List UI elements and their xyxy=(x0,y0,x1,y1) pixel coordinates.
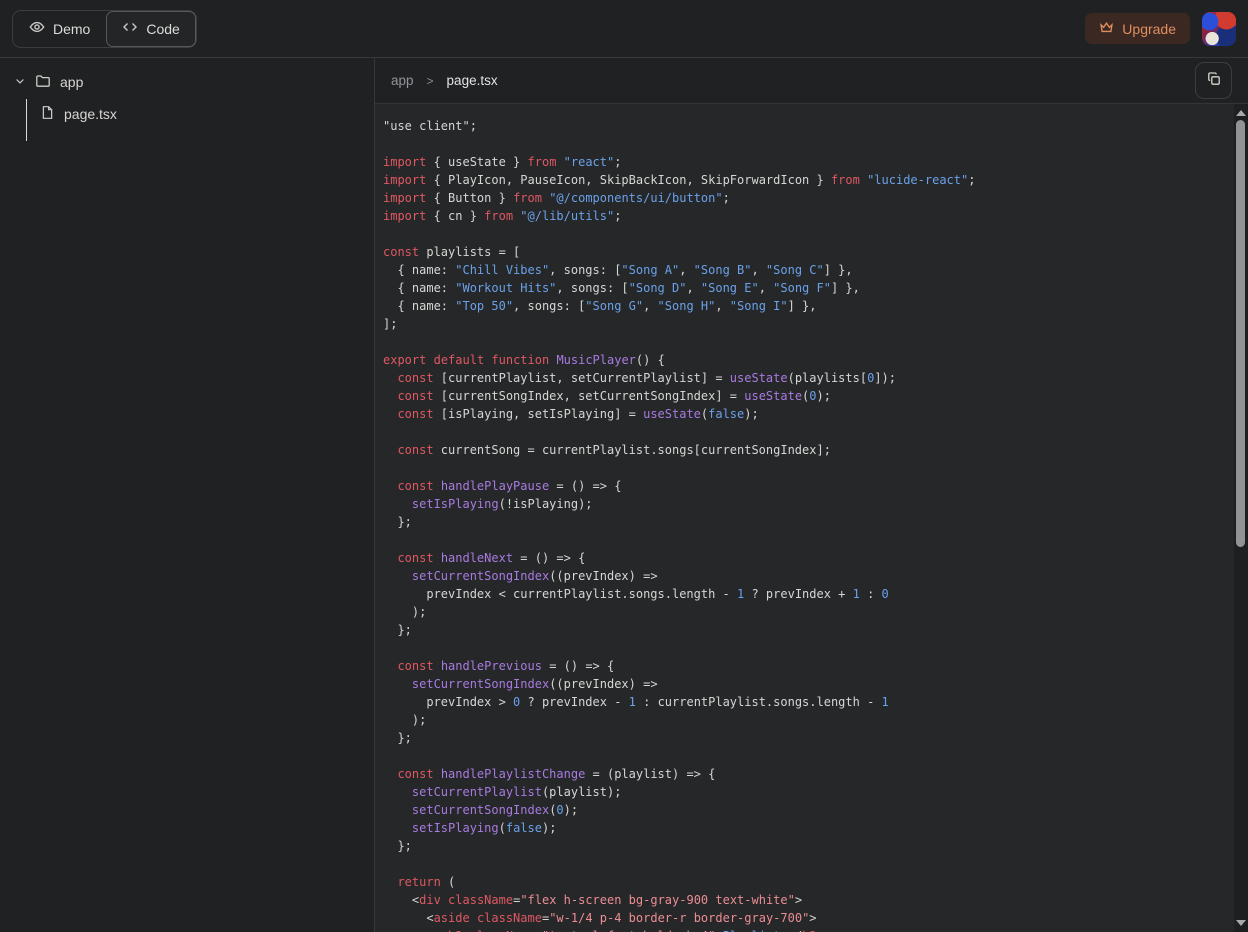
code-line xyxy=(383,333,1234,351)
code-line: ); xyxy=(383,603,1234,621)
upgrade-button-label: Upgrade xyxy=(1122,21,1176,37)
code-line: prevIndex > 0 ? prevIndex - 1 : currentP… xyxy=(383,693,1234,711)
breadcrumb-segment-file: page.tsx xyxy=(447,73,498,88)
scroll-down-arrow xyxy=(1236,920,1246,926)
tree-item-app[interactable]: app xyxy=(0,69,374,95)
file-tree: app page.tsx xyxy=(0,58,375,932)
code-line: setCurrentSongIndex(0); xyxy=(383,801,1234,819)
code-line: { name: "Workout Hits", songs: ["Song D"… xyxy=(383,279,1234,297)
code-line xyxy=(383,423,1234,441)
upgrade-button[interactable]: Upgrade xyxy=(1085,13,1190,44)
code-line: }; xyxy=(383,837,1234,855)
code-editor: "use client"; import { useState } from "… xyxy=(375,104,1248,932)
view-toggle: Demo Code xyxy=(12,10,197,48)
code-line xyxy=(383,531,1234,549)
code-line: { name: "Top 50", songs: ["Song G", "Son… xyxy=(383,297,1234,315)
code-line: setCurrentSongIndex((prevIndex) => xyxy=(383,567,1234,585)
code-line: import { useState } from "react"; xyxy=(383,153,1234,171)
code-line: setIsPlaying(!isPlaying); xyxy=(383,495,1234,513)
main-panel: app > page.tsx "use client"; import { us… xyxy=(375,58,1248,932)
code-line xyxy=(383,225,1234,243)
code-line: setCurrentPlaylist(playlist); xyxy=(383,783,1234,801)
code-line xyxy=(383,459,1234,477)
scrollbar-thumb[interactable] xyxy=(1236,120,1245,547)
tree-item-label: app xyxy=(60,74,83,90)
code-line: { name: "Chill Vibes", songs: ["Song A",… xyxy=(383,261,1234,279)
tree-item-page-tsx[interactable]: page.tsx xyxy=(0,101,374,127)
code-line: const handleNext = () => { xyxy=(383,549,1234,567)
code-line: const playlists = [ xyxy=(383,243,1234,261)
code-line: export default function MusicPlayer() { xyxy=(383,351,1234,369)
folder-icon xyxy=(35,73,51,92)
code-line: import { Button } from "@/components/ui/… xyxy=(383,189,1234,207)
code-line: }; xyxy=(383,729,1234,747)
code-button[interactable]: Code xyxy=(106,11,195,47)
code-brackets-icon xyxy=(122,19,138,38)
code-line: }; xyxy=(383,513,1234,531)
topbar-right: Upgrade xyxy=(1085,12,1236,46)
demo-button[interactable]: Demo xyxy=(13,11,106,47)
code-line: return ( xyxy=(383,873,1234,891)
code-line: import { cn } from "@/lib/utils"; xyxy=(383,207,1234,225)
eye-icon xyxy=(29,19,45,38)
breadcrumb-segment-app: app xyxy=(391,73,414,88)
tree-children: page.tsx xyxy=(0,101,374,127)
topbar: Demo Code Upgrade xyxy=(0,0,1248,58)
code-line: const [currentPlaylist, setCurrentPlayli… xyxy=(383,369,1234,387)
code-line: ); xyxy=(383,711,1234,729)
chevron-down-icon xyxy=(14,74,26,90)
breadcrumb-separator: > xyxy=(427,74,434,88)
tree-guide-line xyxy=(26,99,27,141)
code-line: const currentSong = currentPlaylist.song… xyxy=(383,441,1234,459)
code-line: setCurrentSongIndex((prevIndex) => xyxy=(383,675,1234,693)
code-line: }; xyxy=(383,621,1234,639)
code-line xyxy=(383,855,1234,873)
tree-item-label: page.tsx xyxy=(64,106,117,122)
code-line: const [isPlaying, setIsPlaying] = useSta… xyxy=(383,405,1234,423)
code-line: <h2 className="text-xl font-bold mb-4">P… xyxy=(383,927,1234,932)
code-line: const [currentSongIndex, setCurrentSongI… xyxy=(383,387,1234,405)
code-line: <div className="flex h-screen bg-gray-90… xyxy=(383,891,1234,909)
code-line: <aside className="w-1/4 p-4 border-r bor… xyxy=(383,909,1234,927)
code-line: const handlePlayPause = () => { xyxy=(383,477,1234,495)
scroll-up-button[interactable] xyxy=(1234,106,1248,120)
scroll-down-button[interactable] xyxy=(1234,916,1248,930)
avatar[interactable] xyxy=(1202,12,1236,46)
code-button-label: Code xyxy=(146,21,179,37)
breadcrumb: app > page.tsx xyxy=(375,58,1248,104)
code-line: const handlePlaylistChange = (playlist) … xyxy=(383,765,1234,783)
code-line: "use client"; xyxy=(383,117,1234,135)
code-line: prevIndex < currentPlaylist.songs.length… xyxy=(383,585,1234,603)
crown-icon xyxy=(1099,20,1114,38)
code-line: import { PlayIcon, PauseIcon, SkipBackIc… xyxy=(383,171,1234,189)
scrollbar[interactable] xyxy=(1234,104,1248,932)
file-icon xyxy=(40,105,55,123)
code-line xyxy=(383,135,1234,153)
code-content[interactable]: "use client"; import { useState } from "… xyxy=(375,104,1234,932)
demo-button-label: Demo xyxy=(53,21,90,37)
code-line xyxy=(383,639,1234,657)
scroll-up-arrow xyxy=(1236,110,1246,116)
code-line: const handlePrevious = () => { xyxy=(383,657,1234,675)
code-line: setIsPlaying(false); xyxy=(383,819,1234,837)
copy-button[interactable] xyxy=(1195,62,1232,99)
app-window: Demo Code Upgrade xyxy=(0,0,1248,932)
copy-icon xyxy=(1206,71,1222,90)
code-line xyxy=(383,747,1234,765)
code-line: ]; xyxy=(383,315,1234,333)
